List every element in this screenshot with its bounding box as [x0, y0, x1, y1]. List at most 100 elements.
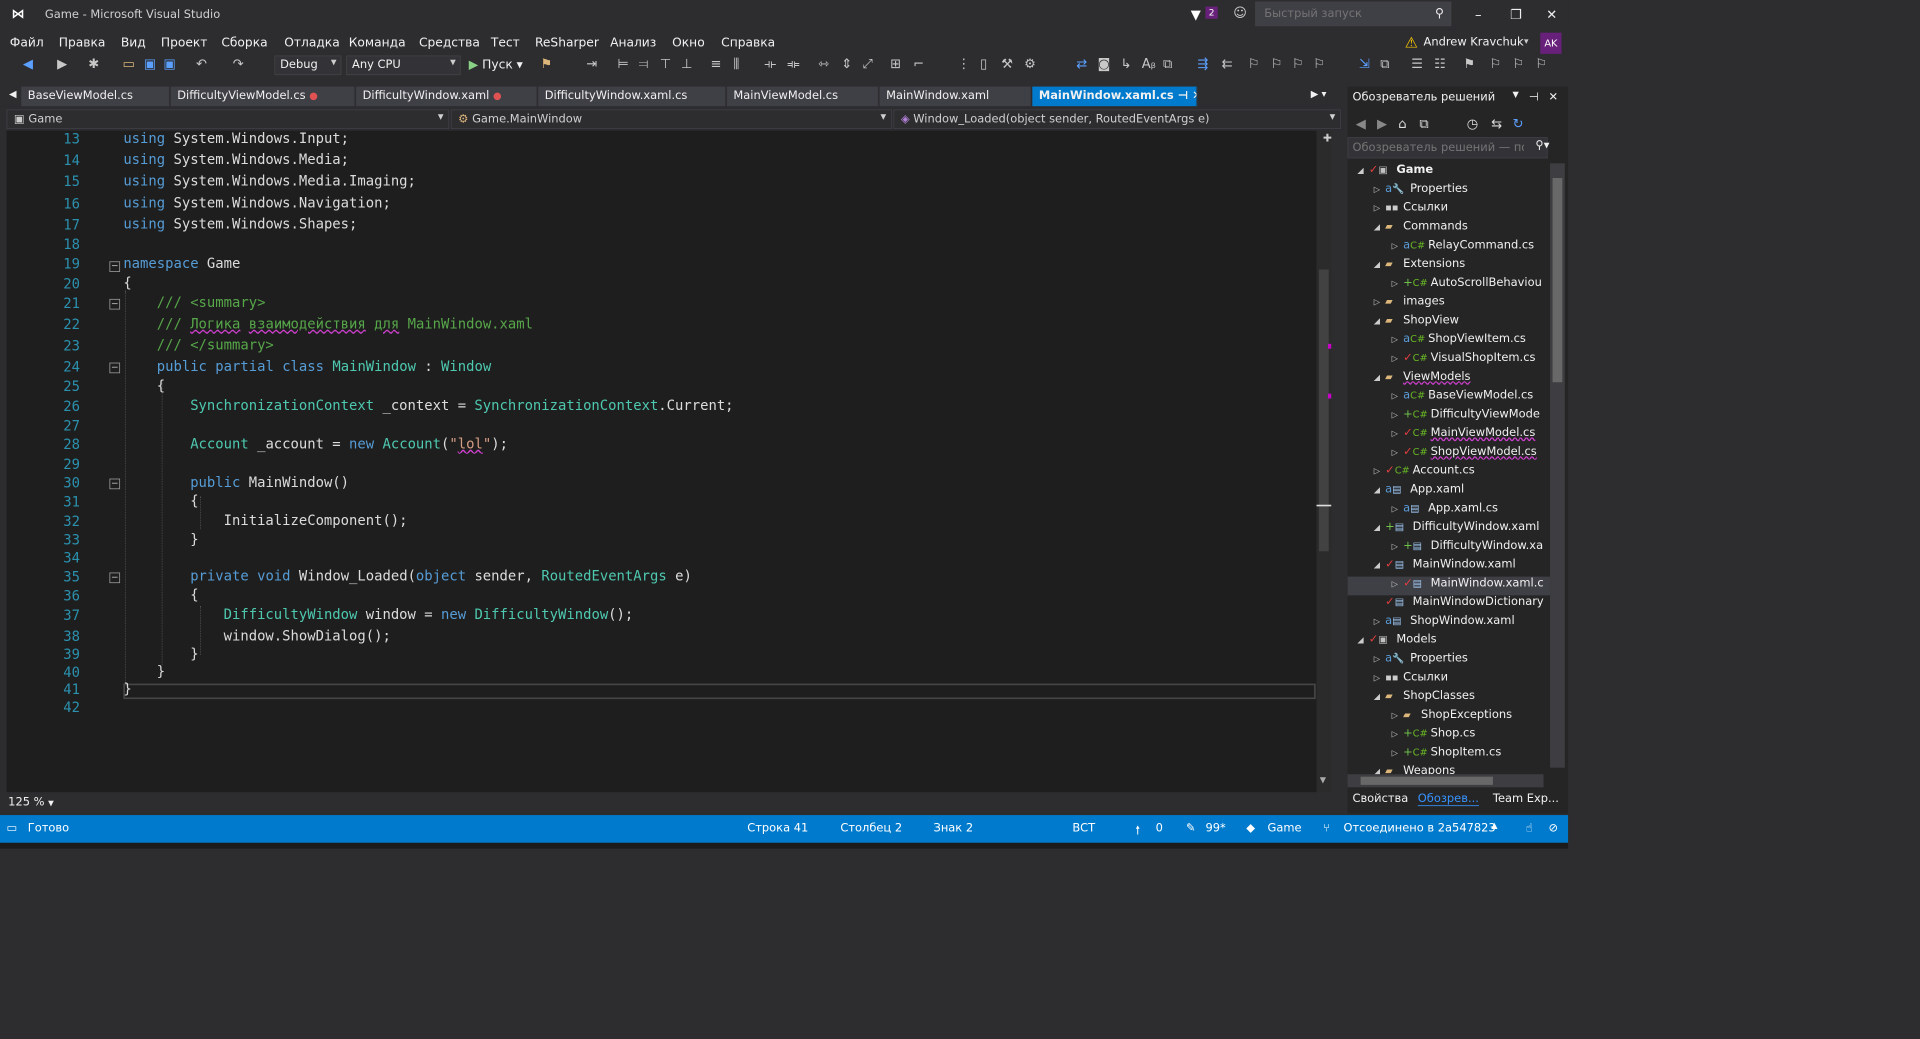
bookmark-icon[interactable]: ⚐ [1248, 56, 1260, 72]
code-line[interactable]: { [123, 493, 198, 509]
menu-view[interactable]: Вид [121, 35, 146, 50]
scroll-down-icon[interactable]: ▼ [1320, 776, 1326, 785]
member-navigation-dropdown[interactable]: ◈ Window_Loaded(object sender, RoutedEve… [893, 109, 1342, 130]
menu-window[interactable]: Окно [672, 35, 705, 50]
status-pending-edits[interactable]: 99* [1205, 822, 1225, 835]
code-line[interactable]: Account _account = new Account("lol"); [123, 436, 508, 452]
chevron-down-icon[interactable]: ▼ [1513, 91, 1519, 100]
collapse-namespace-icon[interactable]: − [109, 261, 121, 272]
code-line[interactable]: { [123, 275, 131, 291]
tree-item-viewmodels[interactable]: ◢ ▰ ViewModels [1374, 370, 1471, 389]
align-right-icon[interactable]: ⫤ [639, 56, 649, 72]
tree-item-references[interactable]: ▷ ▪▪ Ссылки [1374, 201, 1448, 220]
clear-bookmark-icon[interactable]: ⚐ [1313, 56, 1325, 72]
tree-item-shopwindow-xaml[interactable]: ▷ a▤ ShopWindow.xaml [1374, 614, 1515, 633]
tab-mainwindow-xaml-cs[interactable]: MainWindow.xaml.cs ⊣ ✕ [1032, 86, 1198, 107]
code-line[interactable]: InitializeComponent(); [123, 513, 408, 529]
tree-item-models-properties[interactable]: ▷ a🔧 Properties [1374, 652, 1468, 671]
code-line[interactable]: public MainWindow() [123, 475, 349, 491]
tree-item-difficultywindow-xaml-cs[interactable]: ▷ +▤ DifficultyWindow.xa [1392, 539, 1543, 558]
forward-icon[interactable]: ▶ [57, 56, 67, 72]
tree-item-mainwindow-xaml-cs[interactable]: ▷ ✓▤ MainWindow.xaml.c [1347, 576, 1551, 596]
code-line[interactable]: using System.Windows.Media; [123, 152, 349, 168]
tree-item-difficultyviewmodel[interactable]: ▷ +C# DifficultyViewMode [1392, 408, 1540, 427]
tree-item-app-xaml-cs[interactable]: ▷ a▤ App.xaml.cs [1392, 501, 1498, 520]
align-top-icon[interactable]: ⊤ [660, 56, 671, 72]
quick-launch-input[interactable] [1256, 2, 1420, 26]
collapse-constructor-icon[interactable]: − [109, 478, 121, 490]
code-line[interactable]: { [123, 378, 165, 394]
save-all-icon[interactable]: ▣ [163, 56, 175, 72]
menu-help[interactable]: Справка [721, 35, 775, 50]
code-line[interactable]: namespace Game [123, 256, 240, 272]
minimize-button[interactable]: – [1464, 3, 1493, 26]
pending-changes-icon[interactable]: ◷ [1467, 116, 1478, 132]
tree-item-autoscrollbehaviour[interactable]: ▷ +C# AutoScrollBehaviou [1392, 276, 1542, 295]
code-line[interactable]: } [123, 646, 198, 662]
flag-prev-icon[interactable]: ⚐ [1490, 56, 1502, 72]
code-line[interactable]: } [123, 664, 165, 680]
tree-item-account[interactable]: ▷ ✓C# Account.cs [1374, 464, 1475, 483]
list-indent-icon[interactable]: ☷ [1434, 56, 1446, 72]
tree-item-properties[interactable]: ▷ a🔧 Properties [1374, 182, 1468, 201]
redo-icon[interactable]: ↷ [233, 56, 244, 72]
menu-file[interactable]: Файл [10, 35, 44, 50]
tab-solution-explorer[interactable]: Обозрев... [1417, 792, 1479, 807]
chevron-up-icon[interactable]: ▲ [1491, 822, 1497, 831]
status-unpushed[interactable]: 0 [1156, 822, 1163, 835]
code-line[interactable]: window.ShowDialog(); [123, 628, 391, 644]
align-bottom-icon[interactable]: ⊥ [681, 56, 692, 72]
solution-vertical-scrollbar[interactable] [1550, 163, 1565, 768]
forward-icon[interactable]: ▶ [1377, 116, 1387, 132]
camera-icon[interactable]: ◙ [1098, 56, 1111, 72]
close-window-button[interactable]: ✕ [1537, 3, 1566, 26]
tree-item-app-xaml[interactable]: ◢ a▤ App.xaml [1374, 483, 1464, 502]
code-line[interactable]: using System.Windows.Shapes; [123, 216, 357, 232]
code-line[interactable]: using System.Windows.Navigation; [123, 195, 390, 211]
tree-item-extensions[interactable]: ◢ ▰ Extensions [1374, 257, 1465, 276]
code-line[interactable]: DifficultyWindow window = new Difficulty… [123, 607, 634, 623]
grid-icon[interactable]: ⊞ [890, 56, 901, 72]
tree-item-difficultywindow-xaml[interactable]: ◢ +▤ DifficultyWindow.xaml [1374, 520, 1540, 539]
close-icon[interactable]: ✕ [1192, 89, 1196, 102]
switch-views-icon[interactable]: ⧉ [1419, 116, 1428, 132]
code-line[interactable]: public partial class MainWindow : Window [123, 359, 491, 375]
tab-difficultywindow-xaml-cs[interactable]: DifficultyWindow.xaml.cs [538, 86, 727, 107]
tree-item-models-references[interactable]: ▷ ▪▪ Ссылки [1374, 671, 1448, 690]
collapse-class-icon[interactable]: − [109, 363, 121, 374]
tab-overflow-icon[interactable]: ▶ ▾ [1311, 88, 1327, 99]
indent-icon[interactable]: ⇶ [1197, 56, 1208, 72]
code-editor[interactable]: 13 14 15 16 17 18 19 20 21 22 23 24 25 2… [6, 130, 1317, 793]
code-line[interactable]: using System.Windows.Input; [123, 131, 349, 147]
tab-mainviewmodel[interactable]: MainViewModel.cs [726, 86, 879, 107]
user-name[interactable]: Andrew Kravchuk [1424, 36, 1524, 49]
solution-tb-icon[interactable]: ⇲ [1359, 56, 1370, 72]
pin-icon[interactable]: ⊣ [1529, 91, 1539, 104]
search-icon[interactable]: ⚲▾ [1535, 139, 1549, 152]
next-bookmark-icon[interactable]: ⚐ [1292, 56, 1304, 72]
tree-item-weapons[interactable]: ◢ ▰ Weapons [1374, 764, 1456, 774]
chevron-down-icon[interactable]: ▾ [1524, 36, 1529, 47]
group-icon[interactable]: ⌐ [913, 56, 924, 72]
menu-resharper[interactable]: ReSharper [535, 35, 599, 50]
spacing-icon[interactable]: ≡ [711, 56, 722, 72]
solution-search-input[interactable] [1348, 138, 1529, 158]
flag-clear-icon[interactable]: ⚐ [1535, 56, 1547, 72]
quick-launch[interactable]: ⚲ [1255, 1, 1452, 27]
tree-item-shopview[interactable]: ◢ ▰ ShopView [1374, 314, 1459, 333]
tree-item-shopviewmodel[interactable]: ▷ ✓C# ShopViewModel.cs [1392, 445, 1537, 464]
step-into-icon[interactable]: ↳ [1121, 56, 1132, 72]
tree-item-mainwindow-xaml[interactable]: ◢ ✓▤ MainWindow.xaml [1374, 558, 1516, 577]
solution-search[interactable] [1347, 137, 1548, 159]
size-width-icon[interactable]: ⇿ [818, 56, 829, 72]
class-navigation-dropdown[interactable]: ⚙ Game.MainWindow ▼ [450, 109, 892, 130]
copy-icon[interactable]: ⧉ [1163, 56, 1172, 72]
feedback-icon[interactable]: ☺ [1233, 5, 1247, 21]
editor-vertical-scrollbar[interactable]: ▼ [1316, 130, 1332, 793]
pin-icon[interactable]: ⊣ [1178, 89, 1188, 102]
tree-item-relaycommand[interactable]: ▷ aC# RelayCommand.cs [1392, 238, 1534, 257]
tree-item-models[interactable]: ◢ ✓▣ Models [1357, 633, 1436, 652]
scrollbar-thumb[interactable] [1318, 269, 1329, 552]
arrow-up-icon[interactable]: 🠕 [1135, 822, 1140, 842]
tab-properties[interactable]: Свойства [1352, 792, 1408, 805]
